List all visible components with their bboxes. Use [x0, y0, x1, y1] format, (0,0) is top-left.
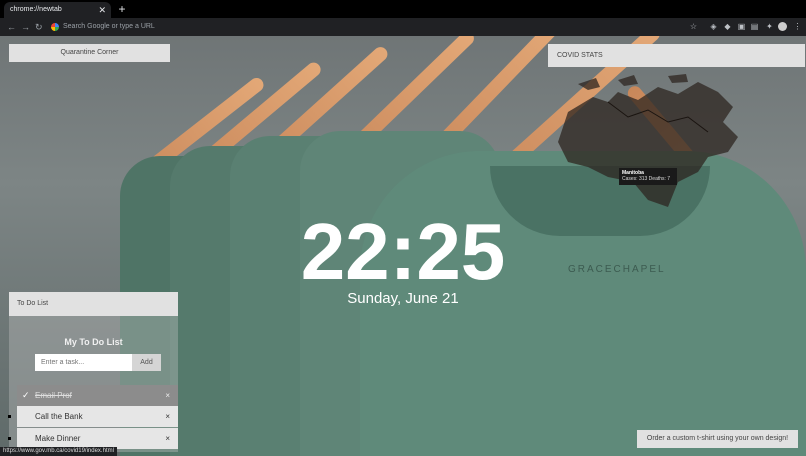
back-arrow-icon[interactable]: ← [7, 18, 16, 36]
address-bar[interactable]: Search Google or type a URL [48, 20, 702, 34]
add-task-button[interactable]: Add [132, 354, 161, 371]
reload-icon[interactable]: ↻ [35, 18, 43, 36]
map-islands [578, 74, 688, 90]
map-tooltip: Manitoba Cases: 313 Deaths: 7 [619, 168, 677, 185]
menu-icon[interactable]: ⋮ [793, 22, 802, 31]
tooltip-stats: Cases: 313 Deaths: 7 [622, 176, 671, 182]
todo-item-label: Make Dinner [35, 434, 81, 443]
close-icon[interactable]: ✕ [98, 2, 106, 18]
covid-stats-header: COVID STATS [548, 44, 805, 67]
star-icon[interactable]: ☆ [689, 22, 698, 31]
todo-title: My To Do List [64, 337, 123, 347]
tab-newtab[interactable]: chrome://newtab ✕ [4, 2, 111, 18]
todo-widget: To Do List My To Do List Add ✓ Email Pro… [8, 292, 178, 452]
quarantine-corner-button[interactable]: Quarantine Corner [9, 44, 170, 62]
browser-toolbar: ← → ↻ Search Google or type a URL ☆ ◈ ◆ … [0, 18, 806, 36]
new-tab-button[interactable]: + [116, 2, 128, 16]
clock-date: Sunday, June 21 [347, 290, 459, 307]
clock-time: 22:25 [300, 207, 506, 296]
forward-arrow-icon[interactable]: → [21, 18, 30, 36]
check-icon: ✓ [22, 390, 30, 400]
close-icon[interactable]: × [165, 406, 170, 427]
todo-item[interactable]: ✓ Email Prof × [17, 385, 178, 406]
extension-icon[interactable]: ◆ [723, 22, 732, 31]
puzzle-icon[interactable]: ✦ [765, 22, 774, 31]
avatar[interactable] [778, 22, 787, 31]
google-icon [51, 23, 59, 31]
todo-item-label: Email Prof [35, 391, 72, 400]
extension-icon-3[interactable]: ▤ [750, 22, 759, 31]
todo-item[interactable]: Make Dinner × [8, 428, 178, 449]
close-icon[interactable]: × [165, 428, 170, 449]
todo-header: To Do List [9, 292, 178, 316]
shirt-print: GRACECHAPEL [568, 264, 666, 275]
order-tshirt-button[interactable]: Order a custom t-shirt using your own de… [637, 430, 798, 448]
todo-item-label: Call the Bank [35, 412, 83, 421]
close-icon[interactable]: × [165, 385, 170, 406]
todo-item[interactable]: Call the Bank × [8, 406, 178, 427]
map-region[interactable] [558, 82, 738, 207]
status-url: https://www.gov.mb.ca/covid19/index.html [0, 447, 117, 456]
tab-title: chrome://newtab [10, 6, 62, 13]
bullet-icon [8, 437, 11, 440]
tab-strip: chrome://newtab ✕ + [0, 0, 806, 18]
bullet-icon [8, 415, 11, 418]
task-input[interactable] [35, 354, 132, 371]
shield-extension-icon[interactable]: ◈ [709, 22, 718, 31]
canada-map[interactable] [548, 72, 758, 212]
address-placeholder: Search Google or type a URL [63, 23, 155, 30]
extension-icon-2[interactable]: ▣ [737, 22, 746, 31]
